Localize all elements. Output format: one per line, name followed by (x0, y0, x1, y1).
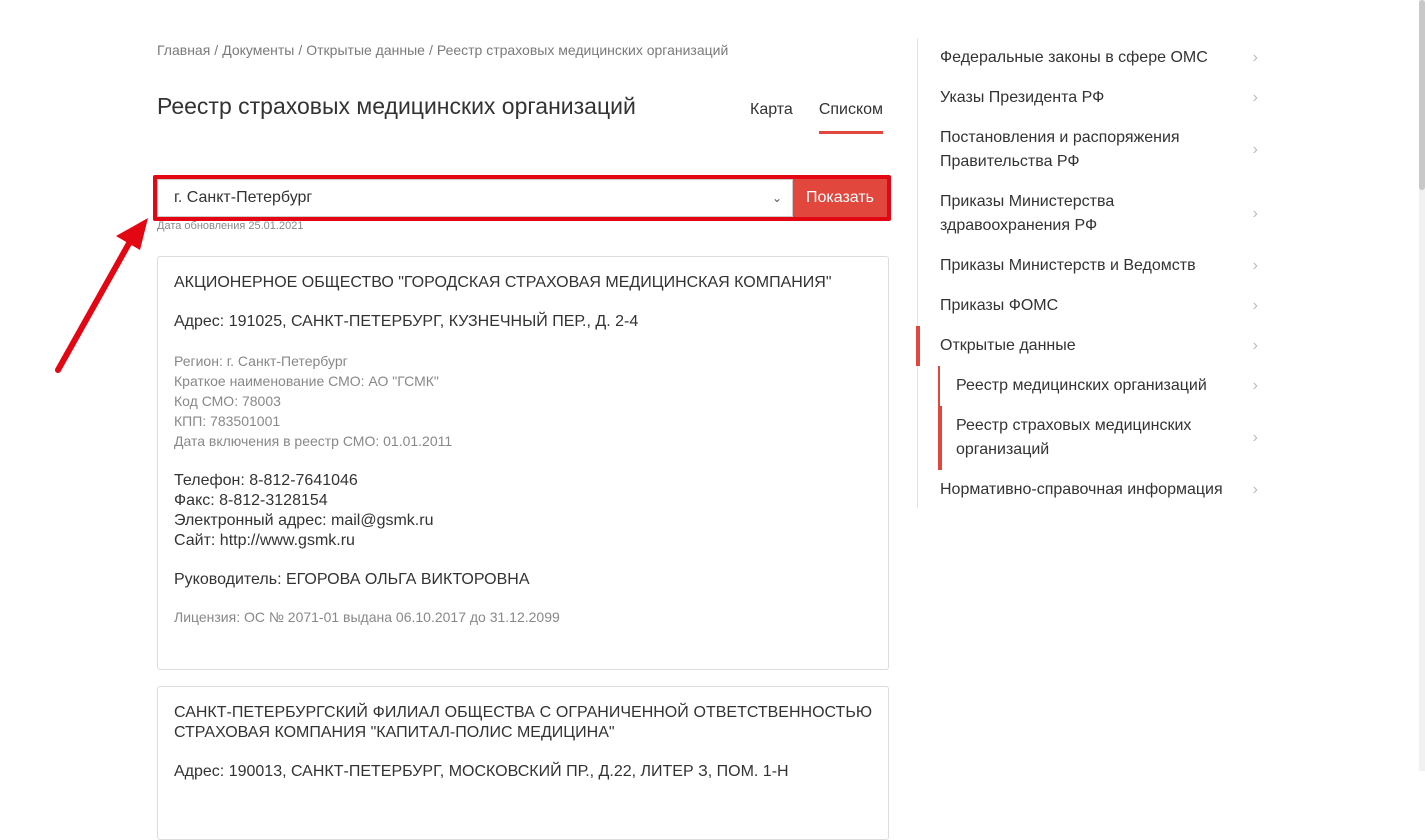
breadcrumb-separator: / (428, 42, 433, 58)
chevron-right-icon: › (1252, 49, 1258, 66)
organization-kpp: КПП: 783501001 (174, 413, 281, 429)
update-date: Дата обновления 25.01.2021 (157, 220, 304, 232)
chevron-right-icon: › (1252, 481, 1258, 498)
organization-email: Электронный адрес: mail@gsmk.ru (174, 512, 434, 529)
organization-site: Сайт: http://www.gsmk.ru (174, 532, 355, 549)
breadcrumb-home[interactable]: Главная (157, 42, 210, 58)
sidebar-item-president-decrees[interactable]: Указы Президента РФ › (918, 78, 1268, 118)
sidebar-item-label: Нормативно-справочная информация (940, 481, 1223, 498)
chevron-right-icon: › (1252, 337, 1258, 354)
sidebar-item-open-data[interactable]: Открытые данные › (916, 326, 1268, 366)
sidebar-item-federal-laws[interactable]: Федеральные законы в сфере ОМС › (918, 38, 1268, 78)
breadcrumb-separator: / (298, 42, 303, 58)
organization-name: АКЦИОНЕРНОЕ ОБЩЕСТВО "ГОРОДСКАЯ СТРАХОВА… (174, 274, 832, 291)
organization-card: САНКТ-ПЕТЕРБУРГСКИЙ ФИЛИАЛ ОБЩЕСТВА С ОГ… (157, 686, 889, 840)
organization-meta: Регион: г. Санкт-Петербург Краткое наиме… (174, 351, 872, 451)
sidebar-item-label: Приказы Министерства здравоохранения РФ (940, 193, 1115, 234)
breadcrumb-documents[interactable]: Документы (222, 42, 294, 58)
organization-license: Лицензия: ОС № 2071-01 выдана 06.10.2017… (174, 609, 560, 625)
organization-included-date: Дата включения в реестр СМО: 01.01.2011 (174, 433, 453, 449)
organization-code: Код СМО: 78003 (174, 393, 281, 409)
organization-name: САНКТ-ПЕТЕРБУРГСКИЙ ФИЛИАЛ ОБЩЕСТВА С ОГ… (174, 704, 872, 741)
breadcrumb: Главная / Документы / Открытые данные / Реестр… (157, 42, 728, 58)
sidebar-item-health-ministry-orders[interactable]: Приказы Министерства здравоохранения РФ › (918, 182, 1268, 246)
region-select-value: г. Санкт-Петербург (174, 189, 313, 206)
chevron-right-icon: › (1252, 377, 1258, 394)
chevron-right-icon: › (1252, 205, 1258, 222)
sidebar-subitem-medical-organizations[interactable]: Реестр медицинских организаций › (938, 366, 1268, 406)
region-select[interactable]: г. Санкт-Петербург ⌄ (157, 179, 793, 217)
organization-card: АКЦИОНЕРНОЕ ОБЩЕСТВО "ГОРОДСКАЯ СТРАХОВА… (157, 256, 889, 670)
sidebar-subitem-label: Реестр медицинских организаций (956, 377, 1207, 394)
sidebar-item-label: Приказы ФОМС (940, 297, 1059, 314)
breadcrumb-current: Реестр страховых медицинских организаций (436, 42, 729, 58)
organization-head: Руководитель: ЕГОРОВА ОЛЬГА ВИКТОРОВНА (174, 571, 530, 588)
sidebar-item-label: Федеральные законы в сфере ОМС (940, 49, 1208, 66)
chevron-right-icon: › (1252, 89, 1258, 106)
sidebar-subitem-label: Реестр страховых медицинских организаций (956, 417, 1192, 458)
sidebar-item-reference-info[interactable]: Нормативно-справочная информация › (918, 470, 1268, 510)
sidebar-item-label: Указы Президента РФ (940, 89, 1105, 106)
sidebar-item-label: Открытые данные (940, 337, 1076, 354)
view-tabs: Карта Списком (750, 101, 884, 134)
organization-address: Адрес: 191025, САНКТ-ПЕТЕРБУРГ, КУЗНЕЧНЫ… (174, 313, 639, 330)
scrollbar-thumb[interactable] (1419, 0, 1425, 190)
organization-phone: Телефон: 8-812-7641046 (174, 472, 358, 489)
organization-region: Регион: г. Санкт-Петербург (174, 353, 348, 369)
page-scrollbar[interactable] (1419, 0, 1425, 771)
sidebar-item-ministries-orders[interactable]: Приказы Министерств и Ведомств › (918, 246, 1268, 286)
organization-fax: Факс: 8-812-3128154 (174, 492, 328, 509)
sidebar-item-government-resolutions[interactable]: Постановления и распоряжения Правительст… (918, 118, 1268, 182)
breadcrumb-separator: / (214, 42, 219, 58)
chevron-right-icon: › (1252, 141, 1258, 158)
chevron-down-icon: ⌄ (771, 191, 782, 205)
tab-list[interactable]: Списком (818, 101, 884, 134)
breadcrumb-open-data[interactable]: Открытые данные (306, 42, 425, 58)
show-button[interactable]: Показать (793, 179, 887, 217)
sidebar-item-label: Постановления и распоряжения Правительст… (940, 129, 1180, 170)
page-title: Реестр страховых медицинских организаций (157, 93, 636, 119)
organization-address: Адрес: 190013, САНКТ-ПЕТЕРБУРГ, МОСКОВСК… (174, 763, 789, 780)
tab-map[interactable]: Карта (750, 101, 793, 134)
red-arrow-annotation (55, 218, 148, 373)
organization-short-name: Краткое наименование СМО: АО "ГСМК" (174, 373, 439, 389)
organization-contacts: Телефон: 8-812-7641046 Факс: 8-812-31281… (174, 471, 872, 551)
region-filter: г. Санкт-Петербург ⌄ Показать (153, 175, 891, 221)
sidebar-item-foms-orders[interactable]: Приказы ФОМС › (918, 286, 1268, 326)
sidebar: Федеральные законы в сфере ОМС › Указы Пр… (916, 38, 1268, 510)
chevron-right-icon: › (1252, 257, 1258, 274)
chevron-right-icon: › (1252, 429, 1258, 446)
chevron-right-icon: › (1252, 297, 1258, 314)
sidebar-subitem-insurance-organizations[interactable]: Реестр страховых медицинских организаций… (938, 406, 1268, 470)
sidebar-item-label: Приказы Министерств и Ведомств (940, 257, 1196, 274)
